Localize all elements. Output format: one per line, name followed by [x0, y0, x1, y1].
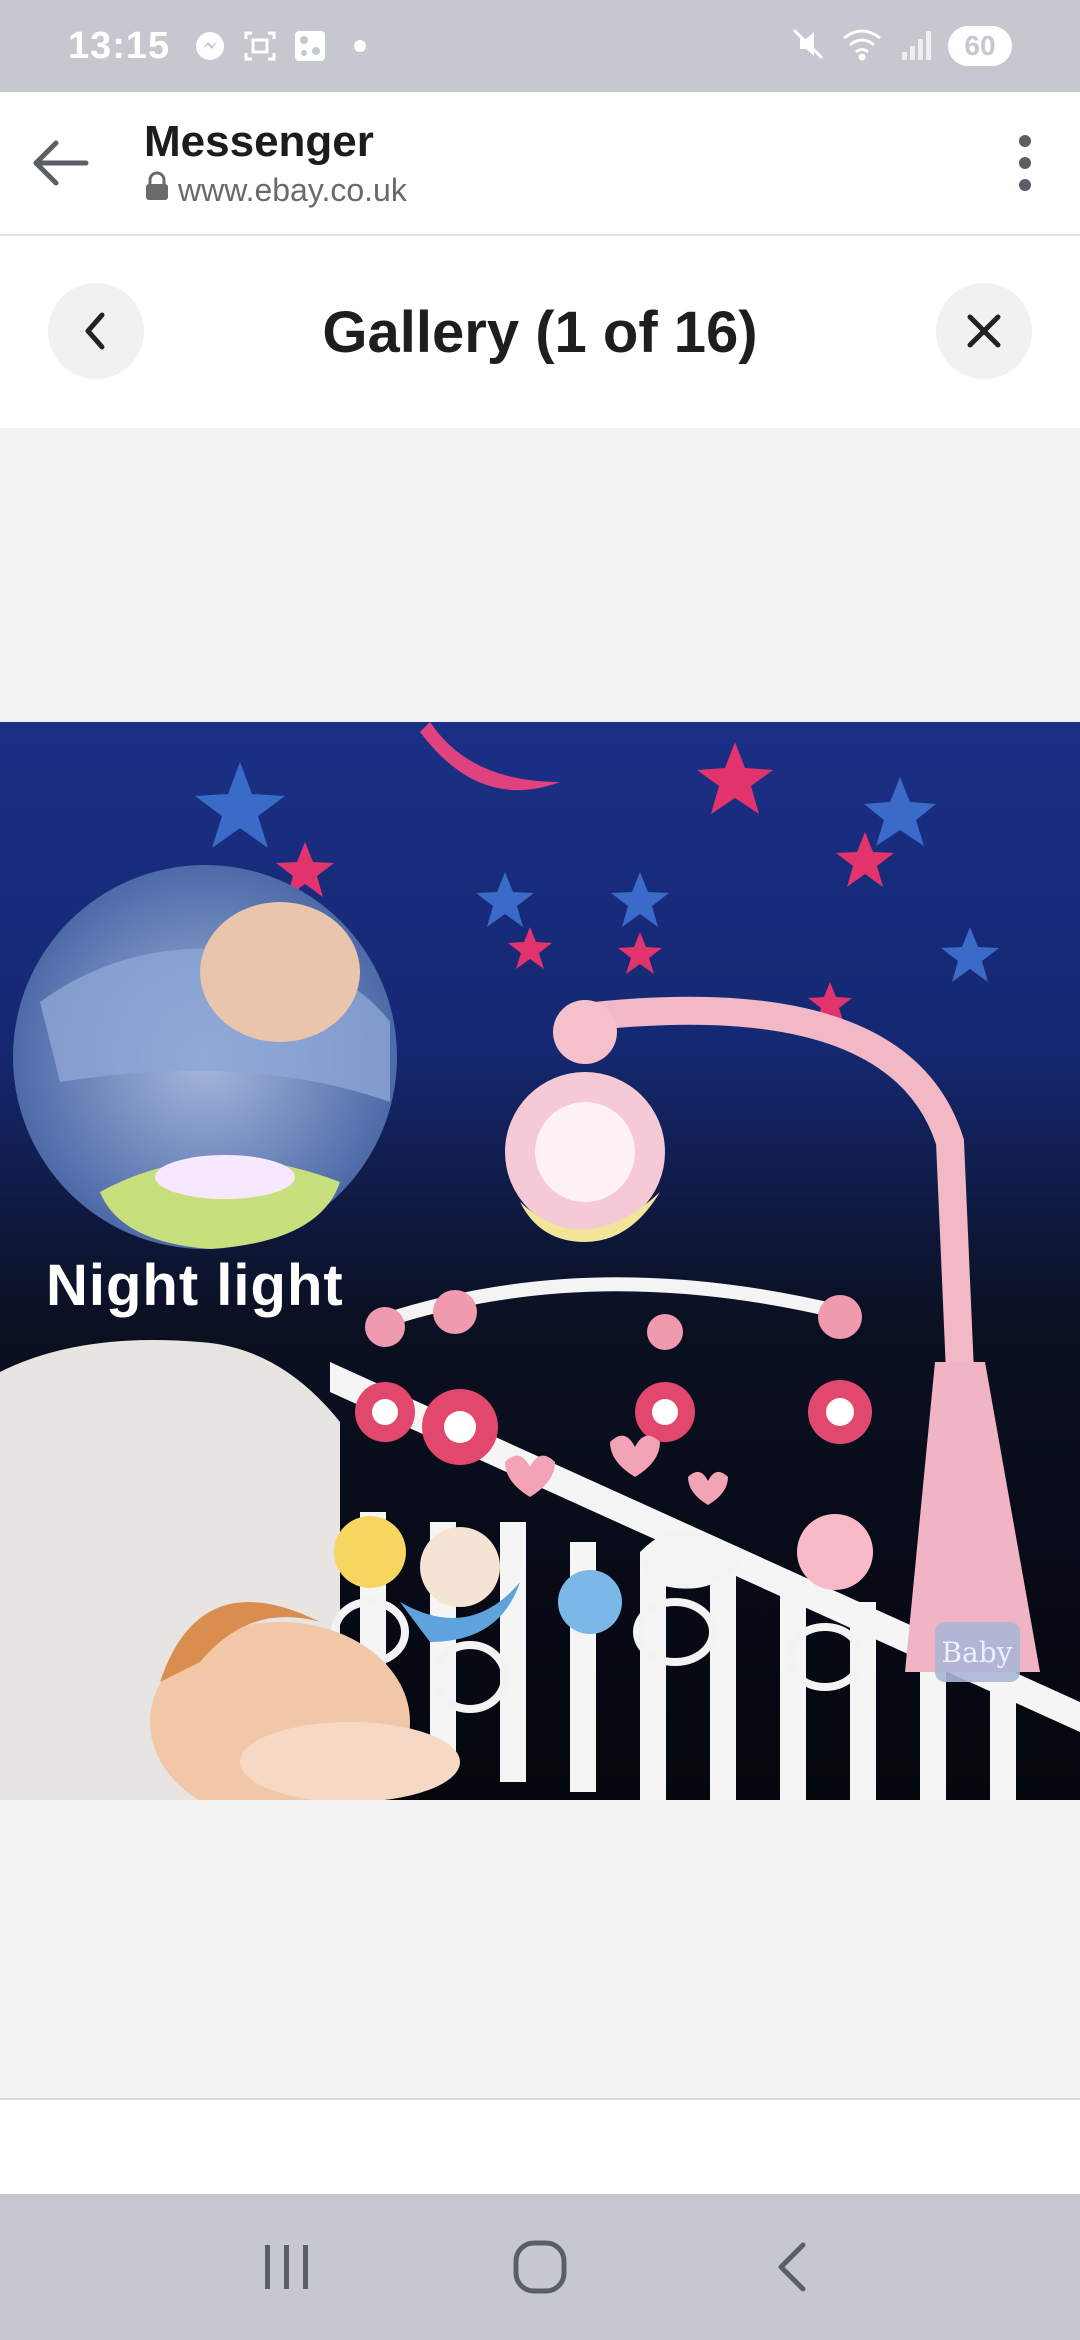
url-row: www.ebay.co.uk — [144, 171, 407, 209]
mute-icon — [790, 26, 826, 67]
gallery-image-area[interactable]: Baby Night light — [0, 428, 1080, 2098]
chevron-left-icon — [85, 312, 105, 350]
home-button[interactable] — [480, 2207, 600, 2327]
gallery-header: Gallery (1 of 16) — [0, 236, 1080, 428]
wifi-icon — [840, 26, 884, 67]
back-chevron-icon — [778, 2242, 806, 2292]
close-icon — [967, 314, 1001, 348]
dot-icon — [342, 28, 378, 64]
gallery-back-button[interactable] — [48, 283, 144, 379]
gallery-close-button[interactable] — [936, 283, 1032, 379]
home-icon — [513, 2240, 567, 2294]
battery-level: 60 — [948, 26, 1012, 66]
browser-header: Messenger www.ebay.co.uk — [0, 92, 1080, 236]
screenshot-icon — [242, 28, 278, 64]
product-image[interactable]: Baby Night light — [0, 722, 1080, 1800]
back-button[interactable] — [733, 2207, 853, 2327]
image-caption: Night light — [46, 1253, 344, 1318]
notification-icons — [192, 28, 378, 64]
page-url: www.ebay.co.uk — [178, 171, 407, 208]
lock-icon — [144, 171, 170, 209]
messenger-icon — [192, 28, 228, 64]
signal-icon — [898, 26, 934, 67]
more-options-icon[interactable] — [970, 91, 1080, 235]
back-arrow-icon[interactable] — [0, 91, 120, 235]
gallery-icon — [292, 28, 328, 64]
navigation-bar — [0, 2194, 1080, 2340]
status-time: 13:15 — [68, 24, 171, 67]
browser-title: Messenger — [144, 117, 374, 166]
recent-apps-icon — [264, 2245, 308, 2289]
header-text: Messenger www.ebay.co.uk — [144, 117, 407, 209]
bottom-panel — [0, 2098, 1080, 2194]
brand-text: Baby — [941, 1636, 1012, 1669]
status-bar: 13:15 60 — [0, 0, 1080, 92]
gallery-title: Gallery (1 of 16) — [322, 299, 758, 365]
recent-apps-button[interactable] — [227, 2207, 347, 2327]
